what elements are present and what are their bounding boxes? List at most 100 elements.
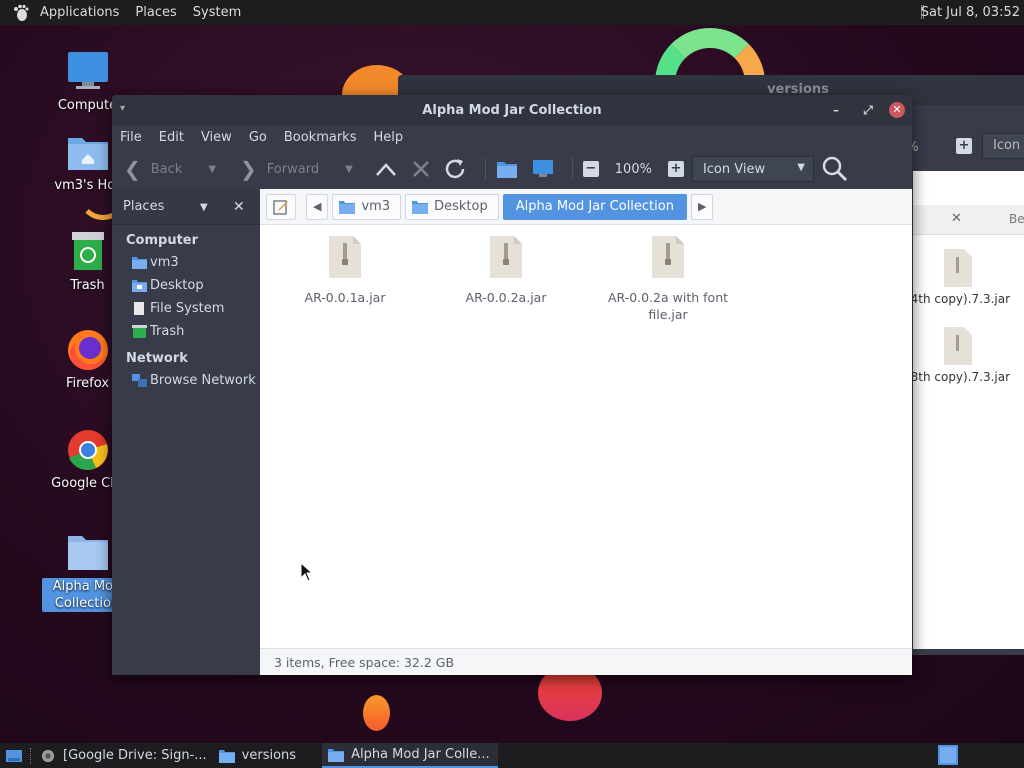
zoom-in-button[interactable]: + — [667, 161, 684, 177]
close-icon[interactable]: ✕ — [889, 102, 905, 118]
search-button[interactable] — [822, 156, 848, 182]
chevron-down-icon[interactable]: ▼ — [208, 164, 216, 175]
status-bar: 3 items, Free space: 32.2 GB — [260, 648, 912, 675]
computer-button[interactable] — [532, 159, 554, 179]
desktop-icon — [6, 749, 22, 762]
desktop-folder-icon — [412, 200, 429, 214]
zoom-in-icon: + — [667, 161, 684, 177]
computer-icon — [532, 160, 553, 177]
breadcrumb-vm3[interactable]: vm3 — [332, 193, 402, 220]
home-button[interactable] — [496, 159, 518, 179]
desktop-folder-icon — [132, 280, 147, 292]
minimize-icon[interactable]: – — [828, 102, 844, 118]
menu-view[interactable]: View — [201, 130, 232, 145]
home-folder-icon — [66, 130, 110, 174]
search-icon — [822, 156, 848, 182]
folder-icon — [218, 749, 235, 763]
menu-bookmarks[interactable]: Bookmarks — [284, 130, 357, 145]
home-folder-icon — [132, 257, 147, 269]
mouse-cursor-icon — [300, 562, 314, 582]
toolbar: ❮ Back ▼ ❯ Forward ▼ − 100% + Icon View … — [112, 149, 912, 189]
bg-file-item[interactable]: (4th copy).7.3.jar — [898, 247, 1018, 306]
taskbar-item-alpha-mod[interactable]: Alpha Mod Jar Colle... — [322, 743, 498, 768]
file-view[interactable]: AR-0.0.1a.jar AR-0.0.2a.jar AR-0.0.2a wi… — [260, 225, 912, 648]
menu-bar: File Edit View Go Bookmarks Help — [112, 125, 912, 149]
sidebar-item-trash[interactable]: Trash — [112, 320, 260, 343]
sidebar-places-select[interactable]: Places — [123, 199, 164, 214]
wallpaper-blob — [363, 695, 390, 731]
reload-button[interactable] — [443, 157, 467, 181]
sidebar-item-browse-network[interactable]: Browse Network — [112, 369, 260, 392]
top-panel: Applications Places System Sat Jul 8, 03… — [0, 0, 1024, 25]
back-button[interactable]: ❮ Back ▼ — [124, 157, 216, 181]
sidebar-item-vm3[interactable]: vm3 — [112, 251, 260, 274]
trash-icon — [132, 325, 147, 338]
toolbar-separator — [484, 158, 486, 180]
stop-button[interactable] — [411, 159, 431, 179]
menu-go[interactable]: Go — [249, 130, 267, 145]
show-desktop-button[interactable] — [0, 743, 28, 768]
toggle-location-entry-button[interactable] — [266, 193, 296, 220]
close-icon[interactable]: ✕ — [951, 211, 962, 226]
sidebar: Places ▼ ✕ Computer vm3 Desktop File Sys… — [112, 189, 260, 675]
view-mode-select[interactable]: Icon View ▼ — [691, 156, 814, 182]
chevron-down-icon[interactable]: ▼ — [200, 202, 208, 213]
window-titlebar[interactable]: ▾ Alpha Mod Jar Collection – ⤢ ✕ — [112, 95, 912, 125]
clock[interactable]: Sat Jul 8, 03:52 — [921, 5, 1020, 20]
bg-file-item[interactable]: (8th copy).7.3.jar — [898, 325, 1018, 384]
reload-icon — [445, 159, 465, 179]
file-item[interactable]: AR-0.0.1a.jar — [275, 235, 415, 306]
menu-help[interactable]: Help — [373, 130, 403, 145]
taskbar-item-versions[interactable]: versions — [213, 743, 302, 768]
sidebar-header: Places ▼ ✕ — [112, 189, 260, 225]
menu-system[interactable]: System — [193, 5, 241, 20]
forward-button[interactable]: ❯ Forward ▼ — [240, 157, 353, 181]
folder-icon — [66, 530, 110, 574]
sidebar-item-file-system[interactable]: File System — [112, 297, 260, 320]
maximize-icon[interactable]: ⤢ — [860, 102, 876, 118]
archive-file-icon — [944, 327, 972, 365]
home-folder-icon — [496, 162, 517, 178]
zoom-out-icon: − — [582, 161, 599, 177]
menu-file[interactable]: File — [120, 130, 142, 145]
toolbar-separator — [571, 158, 573, 180]
breadcrumb-desktop[interactable]: Desktop — [405, 193, 499, 220]
window-menu-icon[interactable]: ▾ — [120, 103, 134, 117]
chrome-icon — [41, 749, 55, 762]
close-icon[interactable]: ✕ — [233, 199, 245, 215]
zoom-in-icon[interactable]: + — [956, 138, 972, 154]
sidebar-section-network: Network — [126, 351, 188, 366]
menu-applications[interactable]: Applications — [40, 5, 119, 20]
workspace-switcher[interactable] — [938, 745, 958, 768]
file-item[interactable]: AR-0.0.2a with font file.jar — [598, 235, 738, 323]
sidebar-item-desktop[interactable]: Desktop — [112, 274, 260, 297]
bg-window-content — [913, 171, 1024, 649]
breadcrumb-current[interactable]: Alpha Mod Jar Collection — [502, 193, 687, 220]
bg-window-tabs: ✕ Be — [913, 205, 1024, 235]
archive-file-icon — [944, 249, 972, 287]
bg-view-select[interactable]: Icon — [982, 133, 1024, 159]
chevron-down-icon: ▼ — [797, 162, 805, 173]
folder-icon — [328, 748, 345, 762]
file-item[interactable]: AR-0.0.2a.jar — [436, 235, 576, 306]
up-button[interactable] — [375, 161, 397, 177]
breadcrumb-scroll-left[interactable]: ◀ — [306, 193, 329, 220]
chevron-down-icon[interactable]: ▼ — [345, 164, 353, 175]
chrome-icon — [66, 428, 110, 472]
drive-icon — [134, 302, 144, 315]
archive-file-icon — [490, 236, 522, 278]
zoom-out-button[interactable]: − — [582, 161, 599, 177]
window-title: Alpha Mod Jar Collection — [422, 102, 602, 118]
taskbar-item-chrome[interactable]: [Google Drive: Sign-... — [34, 743, 213, 768]
breadcrumb-scroll-right[interactable]: ▶ — [690, 193, 714, 220]
archive-file-icon — [652, 236, 684, 278]
menu-edit[interactable]: Edit — [159, 130, 184, 145]
file-manager-window[interactable]: ▾ Alpha Mod Jar Collection – ⤢ ✕ File Ed… — [112, 95, 912, 675]
edit-icon — [273, 199, 288, 215]
arrow-left-icon: ❮ — [124, 157, 141, 181]
sidebar-section-computer: Computer — [126, 233, 199, 248]
stop-icon — [412, 161, 429, 177]
trash-icon — [66, 230, 110, 274]
arrow-right-icon: ❯ — [240, 157, 257, 181]
menu-places[interactable]: Places — [135, 5, 176, 20]
